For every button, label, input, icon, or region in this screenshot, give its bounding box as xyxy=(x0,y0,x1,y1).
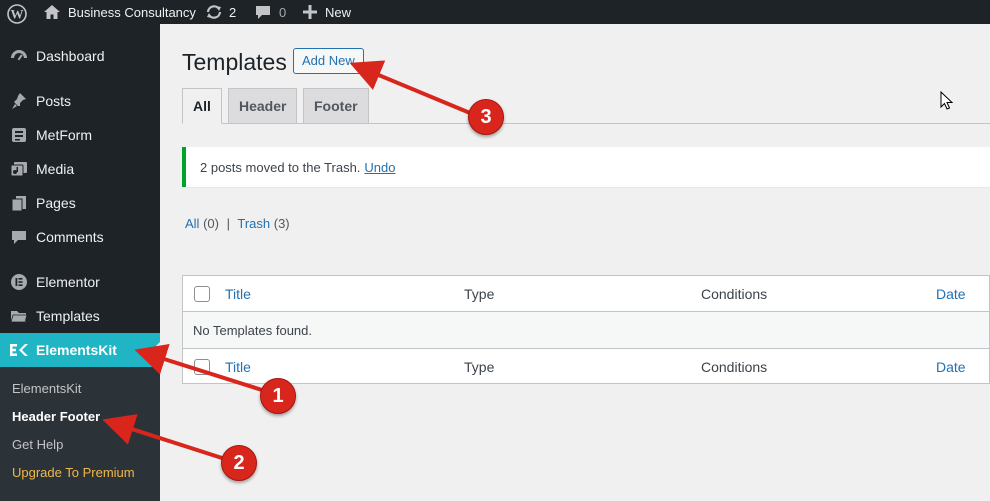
submenu-item-header-footer[interactable]: Header Footer xyxy=(12,409,100,424)
mouse-cursor-icon xyxy=(940,90,954,113)
select-all-checkbox[interactable] xyxy=(194,285,210,302)
dashboard-icon xyxy=(0,48,36,64)
sidebar-item-metform[interactable]: MetForm xyxy=(0,118,160,152)
add-new-button[interactable]: Add New xyxy=(293,48,364,74)
table-footer-row: Title Type Conditions Date xyxy=(183,348,989,384)
media-icon xyxy=(0,161,36,177)
notice-text: 2 posts moved to the Trash. xyxy=(200,159,361,175)
new-content-link[interactable]: New xyxy=(303,0,351,24)
sidebar-item-label: ElementsKit xyxy=(36,342,117,358)
admin-bar: W Business Consultancy 2 0 New xyxy=(0,0,990,24)
filter-separator: | xyxy=(226,216,230,231)
elementskit-icon xyxy=(0,343,36,357)
filter-trash-count: (3) xyxy=(273,216,290,231)
sidebar-item-pages[interactable]: Pages xyxy=(0,186,160,220)
sidebar-item-label: Pages xyxy=(36,195,76,211)
sidebar-item-templates[interactable]: Templates xyxy=(0,299,160,333)
column-type: Type xyxy=(464,285,495,302)
column-conditions-footer: Conditions xyxy=(701,358,768,375)
pin-icon xyxy=(0,92,36,110)
sidebar-item-label: Media xyxy=(36,161,75,177)
sidebar-item-label: MetForm xyxy=(36,127,92,143)
comment-icon xyxy=(0,230,36,245)
submenu-item-elementskit[interactable]: ElementsKit xyxy=(12,381,81,396)
updates-count: 2 xyxy=(229,4,237,20)
form-icon xyxy=(0,127,36,143)
sidebar-item-label: Dashboard xyxy=(36,48,105,64)
templates-table: Title Type Conditions Date No Templates … xyxy=(182,275,990,384)
pages-icon xyxy=(0,195,36,212)
updates-link[interactable]: 2 xyxy=(205,0,236,24)
wordpress-logo-icon[interactable]: W xyxy=(7,2,27,26)
sidebar-item-elementskit[interactable]: ElementsKit xyxy=(0,333,160,367)
main-content: Templates Add New All Header Footer 2 po… xyxy=(160,24,990,501)
annotation-marker-1: 1 xyxy=(260,378,296,414)
tab-footer[interactable]: Footer xyxy=(303,88,369,124)
home-icon xyxy=(44,5,60,19)
status-filters: All (0) | Trash (3) xyxy=(185,216,290,231)
table-empty-row: No Templates found. xyxy=(183,312,989,348)
trash-notice: 2 posts moved to the Trash. Undo xyxy=(182,147,990,187)
sidebar-item-elementor[interactable]: Elementor xyxy=(0,265,160,299)
column-title-footer[interactable]: Title xyxy=(225,359,251,375)
column-date-footer[interactable]: Date xyxy=(936,359,966,375)
new-label: New xyxy=(325,4,352,20)
sidebar-item-label: Templates xyxy=(36,308,100,324)
column-title[interactable]: Title xyxy=(225,286,251,302)
sidebar-item-label: Elementor xyxy=(36,274,100,290)
comment-bubble-icon xyxy=(255,5,271,20)
plus-icon xyxy=(303,5,317,19)
column-type-footer: Type xyxy=(464,358,495,375)
filter-all-link[interactable]: All xyxy=(185,216,199,231)
sidebar-item-dashboard[interactable]: Dashboard xyxy=(0,39,160,73)
table-header-row: Title Type Conditions Date xyxy=(183,276,989,312)
site-name: Business Consultancy xyxy=(68,4,196,20)
sidebar-item-posts[interactable]: Posts xyxy=(0,84,160,118)
elementskit-submenu: ElementsKit Header Footer Get Help Upgra… xyxy=(0,367,160,501)
svg-text:W: W xyxy=(11,7,24,22)
select-all-checkbox-footer[interactable] xyxy=(194,358,210,375)
elementor-icon xyxy=(0,273,36,291)
updates-icon xyxy=(205,4,223,20)
annotation-marker-2: 2 xyxy=(221,445,257,481)
sidebar-item-comments[interactable]: Comments xyxy=(0,220,160,254)
site-name-link[interactable]: Business Consultancy xyxy=(44,0,196,24)
filter-trash-link[interactable]: Trash xyxy=(237,216,270,231)
page-title: Templates xyxy=(182,49,287,75)
folder-icon xyxy=(0,309,36,324)
sidebar-item-label: Comments xyxy=(36,229,104,245)
undo-link[interactable]: Undo xyxy=(364,160,395,175)
current-menu-pointer xyxy=(152,342,160,358)
empty-message: No Templates found. xyxy=(193,322,312,338)
tab-header[interactable]: Header xyxy=(228,88,298,124)
column-conditions: Conditions xyxy=(701,285,768,302)
sidebar-item-label: Posts xyxy=(36,93,72,109)
column-date[interactable]: Date xyxy=(936,286,966,302)
comments-count: 0 xyxy=(279,4,287,20)
comments-link[interactable]: 0 xyxy=(255,0,286,24)
sidebar-item-media[interactable]: Media xyxy=(0,152,160,186)
admin-sidebar: Dashboard Posts MetForm Media Pages Comm… xyxy=(0,24,160,501)
submenu-item-get-help[interactable]: Get Help xyxy=(12,437,63,452)
submenu-item-upgrade[interactable]: Upgrade To Premium xyxy=(12,465,135,480)
filter-all-count: (0) xyxy=(203,216,219,231)
annotation-marker-3: 3 xyxy=(468,99,504,135)
tab-all[interactable]: All xyxy=(182,88,222,124)
